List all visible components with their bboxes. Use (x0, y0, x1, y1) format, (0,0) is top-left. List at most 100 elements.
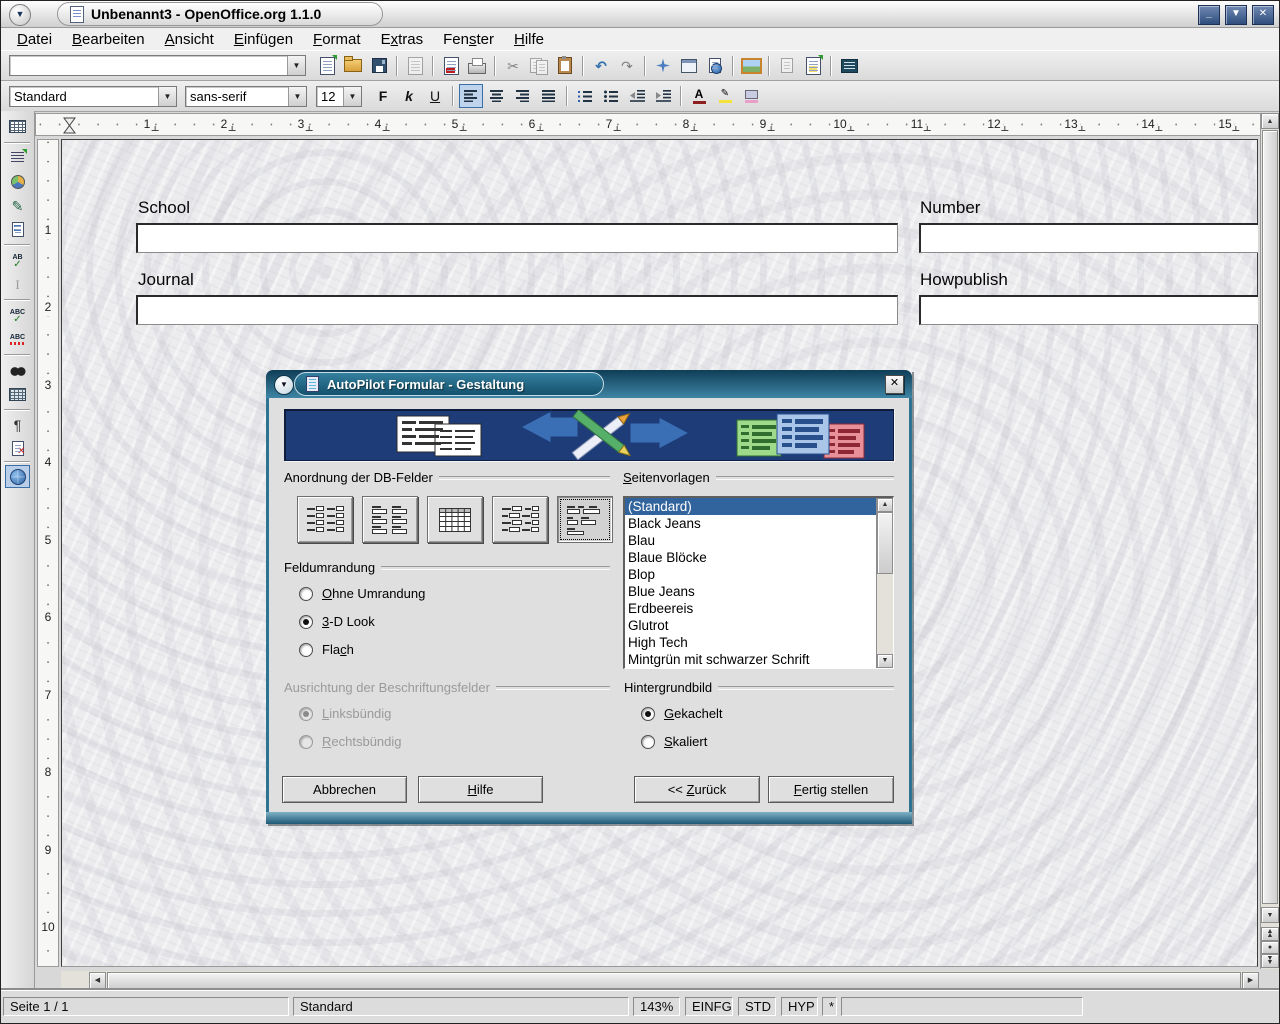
navigator-button[interactable] (651, 54, 675, 78)
insert-object-button[interactable] (5, 170, 30, 193)
dropdown-arrow-icon[interactable]: ▼ (343, 87, 361, 106)
font-size-combobox[interactable]: 12 ▼ (316, 86, 362, 107)
undo-button[interactable]: ↶ (589, 54, 613, 78)
form-functions-button[interactable] (5, 218, 30, 241)
list-item[interactable]: Blau (625, 532, 877, 549)
scrollbar-thumb[interactable] (877, 512, 893, 574)
arrangement-blocks-labels-above-button[interactable] (557, 496, 613, 543)
dialog-titlebar[interactable]: ▼ AutoPilot Formular - Gestaltung ✕ (266, 370, 912, 398)
arrangement-columns-labels-left-button[interactable] (297, 496, 353, 543)
arrangement-blocks-labels-left-button[interactable] (492, 496, 548, 543)
list-item[interactable]: Blop (625, 566, 877, 583)
paragraph-style-combobox[interactable]: Standard ▼ (9, 86, 177, 107)
stylist-button[interactable] (677, 54, 701, 78)
vertical-scrollbar[interactable]: ▲ ▼ ▲▲ ● ▼▼ (1260, 113, 1279, 969)
scroll-left-button[interactable]: ◀ (89, 972, 106, 989)
tab-stop-selector-icon[interactable] (63, 117, 76, 134)
paste-button[interactable] (553, 54, 577, 78)
radio-icon[interactable] (641, 735, 655, 749)
align-right-button[interactable] (511, 84, 535, 108)
list-item[interactable]: High Tech (625, 634, 877, 651)
status-page[interactable]: Seite 1 / 1 (3, 997, 289, 1016)
save-button[interactable] (367, 54, 391, 78)
help-button[interactable]: Hilfe (418, 776, 543, 803)
dialog-menu-button[interactable]: ▼ (274, 375, 294, 395)
print-button[interactable] (465, 54, 489, 78)
autopilot-button[interactable] (801, 54, 825, 78)
radio-flach[interactable]: Flach (299, 642, 354, 657)
radio-icon[interactable] (299, 587, 313, 601)
align-left-button[interactable] (459, 84, 483, 108)
status-hyperlink-mode[interactable]: HYP (781, 997, 818, 1016)
radio-icon-selected[interactable] (299, 615, 313, 629)
horizontal-scrollbar[interactable]: ◀ ▶ (61, 971, 1259, 990)
online-layout-button[interactable] (5, 465, 30, 488)
menu-hilfe[interactable]: Hilfe (504, 30, 554, 49)
decrease-indent-button[interactable] (625, 84, 649, 108)
menu-einfuegen[interactable]: Einfügen (224, 30, 303, 49)
scroll-right-button[interactable]: ▶ (1242, 972, 1259, 989)
shade-button[interactable]: ▼ (1225, 5, 1247, 25)
cancel-button[interactable]: Abbrechen (282, 776, 407, 803)
new-document-button[interactable] (315, 54, 339, 78)
font-color-button[interactable]: A (687, 84, 711, 108)
window-menu-button[interactable]: ▼ (9, 4, 31, 26)
export-pdf-button[interactable] (439, 54, 463, 78)
minimize-button[interactable]: _ (1198, 5, 1220, 25)
scroll-down-button[interactable]: ▼ (1261, 907, 1279, 923)
radio-gekachelt[interactable]: Gekachelt (641, 706, 723, 721)
listbox-scrollbar[interactable]: ▲ ▼ (876, 498, 893, 668)
insert-fields-button[interactable] (5, 146, 30, 169)
nonprinting-characters-button[interactable]: ¶ (5, 413, 30, 436)
scroll-down-button[interactable]: ▼ (877, 654, 893, 668)
dropdown-arrow-icon[interactable]: ▼ (288, 87, 306, 106)
hyperlink-button[interactable] (703, 54, 727, 78)
list-item[interactable]: Black Jeans (625, 515, 877, 532)
list-item[interactable]: Erdbeereis (625, 600, 877, 617)
menu-ansicht[interactable]: Ansicht (155, 30, 224, 49)
graphics-on-off-button[interactable]: ✕ (5, 437, 30, 460)
radio-skaliert[interactable]: Skaliert (641, 734, 707, 749)
navigation-button[interactable]: ● (1261, 941, 1279, 954)
spellcheck-button[interactable]: ABC✓ (5, 304, 30, 327)
back-button[interactable]: << Zurück (634, 776, 760, 803)
list-item[interactable]: Glutrot (625, 617, 877, 634)
increase-indent-button[interactable] (651, 84, 675, 108)
radio-3d-look[interactable]: 3-D Look (299, 614, 375, 629)
list-item[interactable]: Blue Jeans (625, 583, 877, 600)
radio-icon[interactable] (299, 643, 313, 657)
underline-button[interactable]: U (423, 84, 447, 108)
field-input-number[interactable] (919, 223, 1258, 253)
url-combobox[interactable]: ▼ (9, 55, 306, 76)
radio-ohne-umrandung[interactable]: Ohne Umrandung (299, 586, 425, 601)
data-sources-button[interactable] (837, 54, 861, 78)
next-page-button[interactable]: ▼▼ (1261, 954, 1279, 968)
finish-button[interactable]: Fertig stellen (768, 776, 894, 803)
align-center-button[interactable] (485, 84, 509, 108)
radio-icon-selected[interactable] (641, 707, 655, 721)
highlighting-button[interactable]: ✎ (713, 84, 737, 108)
menu-format[interactable]: Format (303, 30, 371, 49)
data-sources-view-button[interactable] (5, 383, 30, 406)
dropdown-arrow-icon[interactable]: ▼ (287, 56, 305, 75)
menu-fenster[interactable]: Fenster (433, 30, 504, 49)
scrollbar-thumb[interactable] (107, 972, 1241, 989)
menu-bearbeiten[interactable]: Bearbeiten (62, 30, 155, 49)
vertical-ruler[interactable]: 1 2 3 4 5 6 7 8 9 10 (37, 139, 59, 967)
open-button[interactable] (341, 54, 365, 78)
auto-spellcheck-button[interactable]: ABC (5, 328, 30, 351)
dialog-close-button[interactable]: ✕ (885, 375, 904, 394)
horizontal-ruler[interactable]: 1 2 3 4 5 6 7 8 9 10 11 12 13 14 15 (35, 113, 1263, 136)
arrangement-as-datasheet-button[interactable] (427, 496, 483, 543)
bold-button[interactable]: F (371, 84, 395, 108)
arrangement-columns-labels-top-button[interactable] (362, 496, 418, 543)
scrollbar-thumb[interactable] (1262, 130, 1278, 904)
find-replace-button[interactable] (5, 359, 30, 382)
field-input-howpublish[interactable] (919, 295, 1258, 325)
status-selection-mode[interactable]: STD (738, 997, 776, 1016)
dropdown-arrow-icon[interactable]: ▼ (158, 87, 176, 106)
field-input-journal[interactable] (136, 295, 898, 325)
list-item[interactable]: Blaue Blöcke (625, 549, 877, 566)
scroll-up-button[interactable]: ▲ (877, 498, 893, 512)
justify-button[interactable] (537, 84, 561, 108)
